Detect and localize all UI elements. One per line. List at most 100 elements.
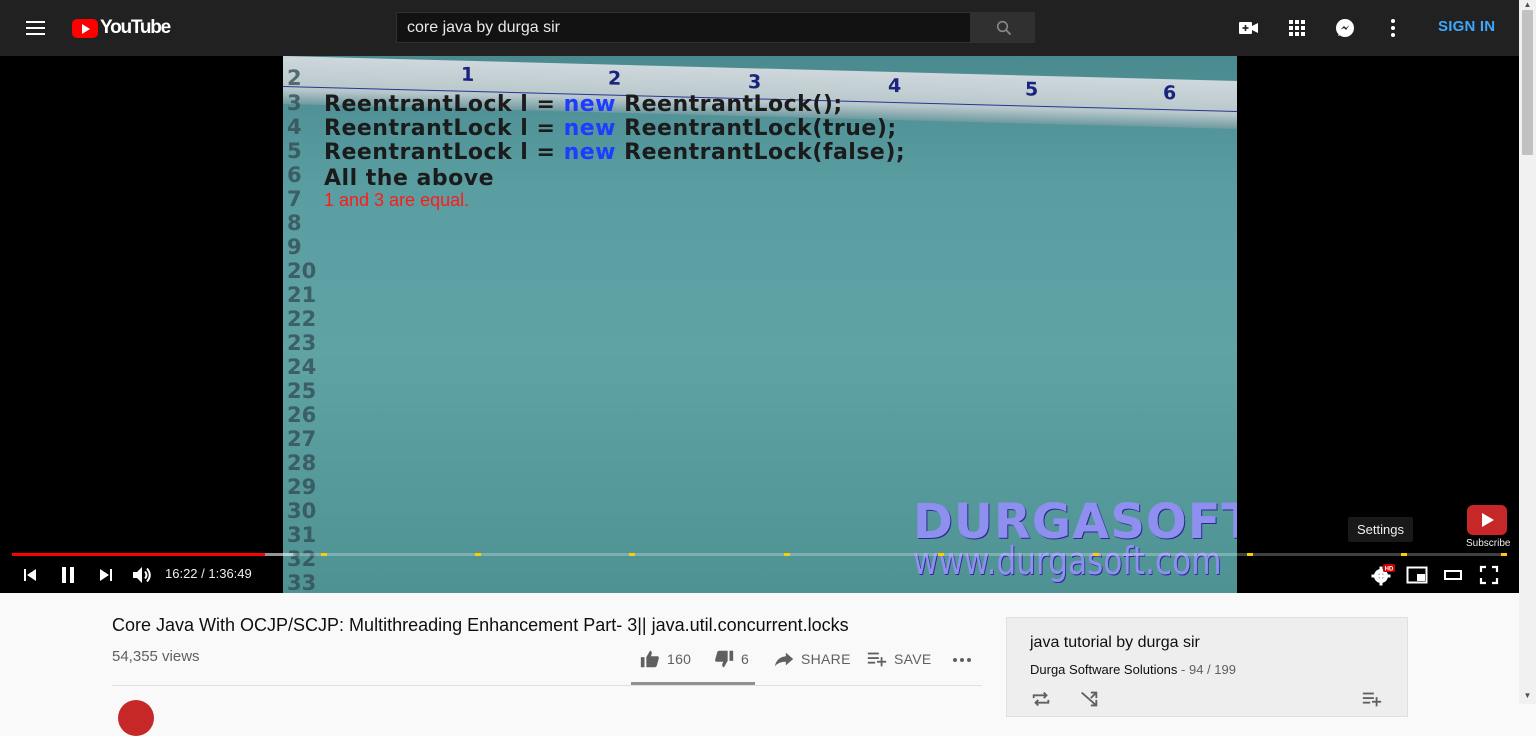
- pause-button[interactable]: [56, 563, 80, 587]
- red-note: 1 and 3 are equal.: [324, 190, 470, 210]
- chapter-marker: [1401, 553, 1407, 556]
- channel-avatar[interactable]: [118, 700, 154, 736]
- share-icon: [774, 652, 794, 667]
- dislike-count: 6: [741, 651, 750, 667]
- save-playlist-button[interactable]: [1361, 688, 1383, 715]
- playlist-position: - 94 / 199: [1181, 662, 1236, 677]
- code-text: ReentrantLock(false);: [616, 140, 906, 165]
- repeat-icon: [1032, 691, 1050, 707]
- chapter-marker: [629, 553, 635, 556]
- line-number: 7: [287, 187, 302, 211]
- video-player[interactable]: 1 2 3 4 5 6 2 3 4 5 6 7 8 9 20 21 22 23 …: [0, 56, 1519, 593]
- line-number: 26: [287, 403, 317, 427]
- line-number: 21: [287, 283, 317, 307]
- menu-icon[interactable]: [24, 17, 48, 39]
- youtube-logo[interactable]: YouTube: [72, 17, 171, 39]
- save-label: SAVE: [894, 651, 932, 667]
- fullscreen-icon: [1479, 565, 1499, 585]
- pause-icon: [62, 567, 74, 583]
- sign-in-button[interactable]: SIGN IN: [1432, 18, 1501, 35]
- progress-played: [12, 553, 265, 556]
- loop-playlist-button[interactable]: [1030, 688, 1052, 715]
- code-text: ReentrantLock l =: [324, 116, 564, 141]
- line-number: 9: [287, 235, 302, 259]
- view-count: 54,355 views: [112, 648, 200, 665]
- playlist-add-icon: [867, 652, 887, 667]
- playlist-title[interactable]: java tutorial by durga sir: [1030, 634, 1200, 652]
- line-number: 5: [287, 139, 302, 163]
- chapter-marker: [1247, 553, 1253, 556]
- ruler-number: 2: [608, 67, 622, 90]
- thumbs-up-icon: [640, 650, 659, 668]
- youtube-play-icon: [72, 18, 98, 38]
- more-actions-button[interactable]: [950, 648, 980, 670]
- line-number: 20: [287, 259, 317, 283]
- scroll-down-arrow[interactable]: ▼: [1522, 690, 1533, 702]
- settings-tooltip: Settings: [1348, 517, 1413, 542]
- search-icon: [996, 20, 1012, 36]
- playlist-channel[interactable]: Durga Software Solutions: [1030, 662, 1177, 677]
- line-number: 25: [287, 379, 317, 403]
- line-number: 32: [287, 547, 317, 571]
- like-count: 160: [667, 651, 692, 667]
- chapter-marker: [1501, 553, 1507, 556]
- chapter-marker: [1093, 553, 1099, 556]
- ruler-number: 3: [748, 71, 762, 94]
- shuffle-playlist-button[interactable]: [1078, 688, 1100, 715]
- code-text: ReentrantLock(true);: [616, 116, 897, 141]
- save-button[interactable]: SAVE: [866, 648, 932, 670]
- code-text: ReentrantLock();: [616, 92, 843, 117]
- time-display: 16:22 / 1:36:49: [165, 566, 252, 581]
- search-input[interactable]: [396, 12, 971, 43]
- settings-button[interactable]: HD: [1369, 563, 1395, 587]
- miniplayer-icon: [1406, 566, 1428, 584]
- scroll-up-arrow[interactable]: ▲: [1522, 0, 1533, 10]
- video-frame: 1 2 3 4 5 6 2 3 4 5 6 7 8 9 20 21 22 23 …: [283, 56, 1237, 593]
- playlist-add-icon: [1362, 692, 1382, 707]
- mute-button[interactable]: [130, 563, 154, 587]
- share-button[interactable]: SHARE: [773, 648, 851, 670]
- subscribe-watermark-button[interactable]: Subscribe: [1466, 505, 1510, 549]
- line-number: 23: [287, 331, 317, 355]
- settings-gear-icon: HD: [1371, 564, 1395, 586]
- progress-bar[interactable]: [12, 553, 1507, 556]
- thumbs-down-icon: [715, 650, 734, 668]
- playlist-subtitle: Durga Software Solutions - 94 / 199: [1030, 662, 1236, 677]
- line-number: 27: [287, 427, 317, 451]
- skip-previous-icon: [24, 569, 36, 581]
- code-line-1: ReentrantLock l = new ReentrantLock();: [324, 92, 843, 117]
- info-divider: [112, 685, 982, 686]
- theater-mode-button[interactable]: [1441, 563, 1465, 587]
- fullscreen-button[interactable]: [1477, 563, 1501, 587]
- line-number: 8: [287, 211, 302, 235]
- line-number: 28: [287, 451, 317, 475]
- line-number: 4: [287, 115, 302, 139]
- line-number: 24: [287, 355, 317, 379]
- line-numbers: 2 3 4 5 6 7 8 9 20 21 22 23 24 25 26 27 …: [283, 56, 319, 593]
- messages-icon[interactable]: [1333, 16, 1357, 40]
- share-label: SHARE: [801, 651, 851, 667]
- more-vert-icon[interactable]: [1381, 16, 1405, 40]
- scrollbar-thumb[interactable]: [1522, 10, 1533, 155]
- code-line-2: ReentrantLock l = new ReentrantLock(true…: [324, 116, 897, 141]
- line-number: 31: [287, 523, 317, 547]
- search-button[interactable]: [971, 12, 1035, 43]
- code-line-3: ReentrantLock l = new ReentrantLock(fals…: [324, 140, 905, 165]
- line-number: 29: [287, 475, 317, 499]
- volume-icon: [133, 567, 151, 583]
- logo-text: YouTube: [100, 17, 171, 38]
- apps-icon[interactable]: [1285, 16, 1309, 40]
- line-number: 33: [287, 571, 317, 593]
- previous-button[interactable]: [18, 563, 42, 587]
- code-keyword: new: [563, 116, 617, 141]
- ruler-number: 1: [461, 63, 475, 87]
- like-button[interactable]: 160: [639, 648, 691, 670]
- hd-badge: HD: [1385, 567, 1394, 573]
- dislike-button[interactable]: 6: [713, 648, 749, 670]
- line-number: 2: [287, 66, 302, 90]
- miniplayer-button[interactable]: [1405, 563, 1429, 587]
- video-title: Core Java With OCJP/SCJP: Multithreading…: [112, 615, 849, 635]
- line-number: 30: [287, 499, 317, 523]
- next-button[interactable]: [94, 563, 118, 587]
- create-video-icon[interactable]: [1237, 16, 1261, 40]
